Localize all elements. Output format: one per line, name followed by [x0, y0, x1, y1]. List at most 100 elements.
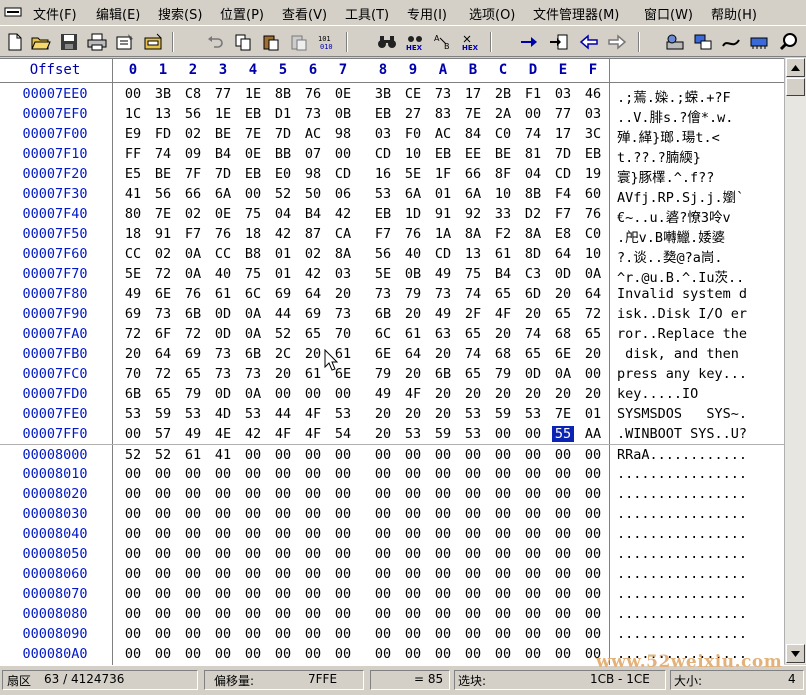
hex-byte[interactable]: 59	[152, 406, 174, 422]
hex-byte[interactable]: 00	[582, 447, 604, 463]
hex-byte[interactable]: 2C	[272, 346, 294, 362]
hex-byte[interactable]: EB	[242, 166, 264, 182]
hex-byte[interactable]: 00	[372, 486, 394, 502]
hex-byte[interactable]: 00	[582, 606, 604, 622]
hex-byte[interactable]: 4F	[302, 406, 324, 422]
hex-row[interactable]: 00008000 52 52 61 41 00 00 00 00 00 00 00 00 00 00 00 00…	[0, 444, 784, 465]
hex-byte[interactable]: 59	[492, 406, 514, 422]
convert-binary-icon[interactable]: 101 010	[316, 31, 338, 53]
hex-byte[interactable]: 00	[182, 566, 204, 582]
hex-byte[interactable]: 00	[332, 566, 354, 582]
hex-byte[interactable]: 00	[152, 626, 174, 642]
hex-byte[interactable]: 7E	[152, 206, 174, 222]
hex-byte[interactable]: 70	[122, 366, 144, 382]
hex-byte[interactable]: C8	[182, 86, 204, 102]
hex-row[interactable]: 00007F50 18 91 F7 76 18 42 87 CA F7 76 1A 8A F2 8A E8 C0…	[0, 224, 784, 246]
hex-byte[interactable]: 77	[212, 86, 234, 102]
save-disk-icon[interactable]	[58, 31, 80, 53]
hex-byte[interactable]: BB	[272, 146, 294, 162]
hex-byte[interactable]: 00	[402, 486, 424, 502]
hex-byte[interactable]: 73	[332, 306, 354, 322]
hex-byte[interactable]: 75	[462, 266, 484, 282]
ascii-text[interactable]: ..V.腓s.?儈*.w.	[617, 106, 782, 126]
hex-byte[interactable]: 7D	[212, 166, 234, 182]
hex-byte[interactable]: F4	[552, 186, 574, 202]
hex-row[interactable]: 00007F80 49 6E 76 61 6C 69 64 20 73 79 73 74 65 6D 20 64…	[0, 284, 784, 304]
hex-byte[interactable]: 60	[582, 186, 604, 202]
hex-byte[interactable]: 5E	[122, 266, 144, 282]
hex-byte[interactable]: 16	[372, 166, 394, 182]
hex-byte[interactable]: 00	[332, 146, 354, 162]
hex-byte[interactable]: 6B	[242, 346, 264, 362]
ascii-text[interactable]: AVfj.RP.Sj.j.嬼`	[617, 186, 782, 206]
hex-byte[interactable]: 00	[522, 606, 544, 622]
hex-byte[interactable]: E5	[122, 166, 144, 182]
hex-byte[interactable]: CE	[402, 86, 424, 102]
hex-byte[interactable]: 6E	[552, 346, 574, 362]
hex-byte[interactable]: 00	[272, 586, 294, 602]
hex-byte[interactable]: 65	[302, 326, 324, 342]
hex-row[interactable]: 00008090 00 00 00 00 00 00 00 00 00 00 00 00 00 00 00 00…	[0, 624, 784, 644]
hex-byte[interactable]: 65	[582, 326, 604, 342]
hex-byte[interactable]: 6C	[242, 286, 264, 302]
hex-byte[interactable]: 00	[122, 606, 144, 622]
hex-editor-view[interactable]: Offset 0123456789ABCDEF 00007EE0 00 3B C8 77…	[0, 58, 784, 665]
hex-byte[interactable]: 65	[462, 366, 484, 382]
hex-byte[interactable]: 8D	[522, 246, 544, 262]
hex-byte[interactable]: 00	[492, 426, 514, 442]
hex-byte[interactable]: 10	[582, 246, 604, 262]
hex-byte[interactable]: 20	[432, 406, 454, 422]
hex-byte[interactable]: 00	[182, 626, 204, 642]
hex-byte[interactable]: 92	[462, 206, 484, 222]
hex-byte[interactable]: 20	[582, 386, 604, 402]
hex-byte[interactable]: 4F	[492, 306, 514, 322]
hex-byte[interactable]: 65	[462, 326, 484, 342]
hex-byte[interactable]: 00	[272, 546, 294, 562]
hex-byte[interactable]: 8B	[272, 86, 294, 102]
hex-row[interactable]: 00008070 00 00 00 00 00 00 00 00 00 00 00 00 00 00 00 00…	[0, 584, 784, 604]
hex-byte[interactable]: 00	[332, 546, 354, 562]
hex-byte[interactable]: C0	[492, 126, 514, 142]
hex-byte[interactable]: F0	[402, 126, 424, 142]
replace-hex-icon[interactable]: HEX	[460, 31, 482, 53]
hex-byte[interactable]: 6D	[522, 286, 544, 302]
hex-byte[interactable]: 52	[152, 447, 174, 463]
hex-byte[interactable]: 49	[372, 386, 394, 402]
replace-icon[interactable]: AB	[432, 31, 454, 53]
hex-byte[interactable]: 00	[272, 447, 294, 463]
hex-byte[interactable]: 0B	[402, 266, 424, 282]
menu-window[interactable]: 窗口(W)	[644, 4, 693, 23]
hex-byte[interactable]: 00	[152, 546, 174, 562]
cable-icon[interactable]	[720, 31, 742, 53]
hex-byte[interactable]: 00	[522, 106, 544, 122]
hex-byte[interactable]: 00	[302, 447, 324, 463]
hex-byte[interactable]: 00	[372, 466, 394, 482]
hex-byte[interactable]: BE	[492, 146, 514, 162]
hex-byte[interactable]: 76	[402, 226, 424, 242]
hex-byte[interactable]: 68	[492, 346, 514, 362]
hex-byte[interactable]: 20	[332, 286, 354, 302]
hex-byte[interactable]: 00	[402, 466, 424, 482]
hex-byte[interactable]: 0A	[552, 366, 574, 382]
menu-options[interactable]: 选项(O)	[469, 4, 515, 23]
hex-byte[interactable]: 00	[122, 426, 144, 442]
hex-row[interactable]: 00007FD0 6B 65 79 0D 0A 00 00 00 49 4F 20 20 20 20 20 20…	[0, 384, 784, 404]
hex-byte[interactable]: 1C	[122, 106, 144, 122]
hex-byte[interactable]: CA	[332, 226, 354, 242]
hex-row[interactable]: 00007F10 FF 74 09 B4 0E BB 07 00 CD 10 EB EE BE 81 7D EB…	[0, 144, 784, 166]
hex-byte[interactable]: 0D	[212, 306, 234, 322]
hex-byte[interactable]: 00	[272, 526, 294, 542]
hex-byte[interactable]: 52	[272, 186, 294, 202]
hex-byte[interactable]: 70	[332, 326, 354, 342]
hex-byte[interactable]: 20	[552, 386, 574, 402]
hex-byte[interactable]: 00	[432, 606, 454, 622]
hex-byte[interactable]: 00	[522, 486, 544, 502]
hex-byte[interactable]: 18	[242, 226, 264, 242]
hex-byte[interactable]: 00	[552, 447, 574, 463]
hex-byte[interactable]: 65	[522, 346, 544, 362]
ascii-text[interactable]: 殚.緙}瑯.瑒t.<	[617, 126, 782, 146]
hex-byte[interactable]: 00	[332, 486, 354, 502]
hex-byte[interactable]: 6F	[152, 326, 174, 342]
scroll-up-button[interactable]	[786, 58, 805, 77]
hex-byte[interactable]: 53	[462, 406, 484, 422]
